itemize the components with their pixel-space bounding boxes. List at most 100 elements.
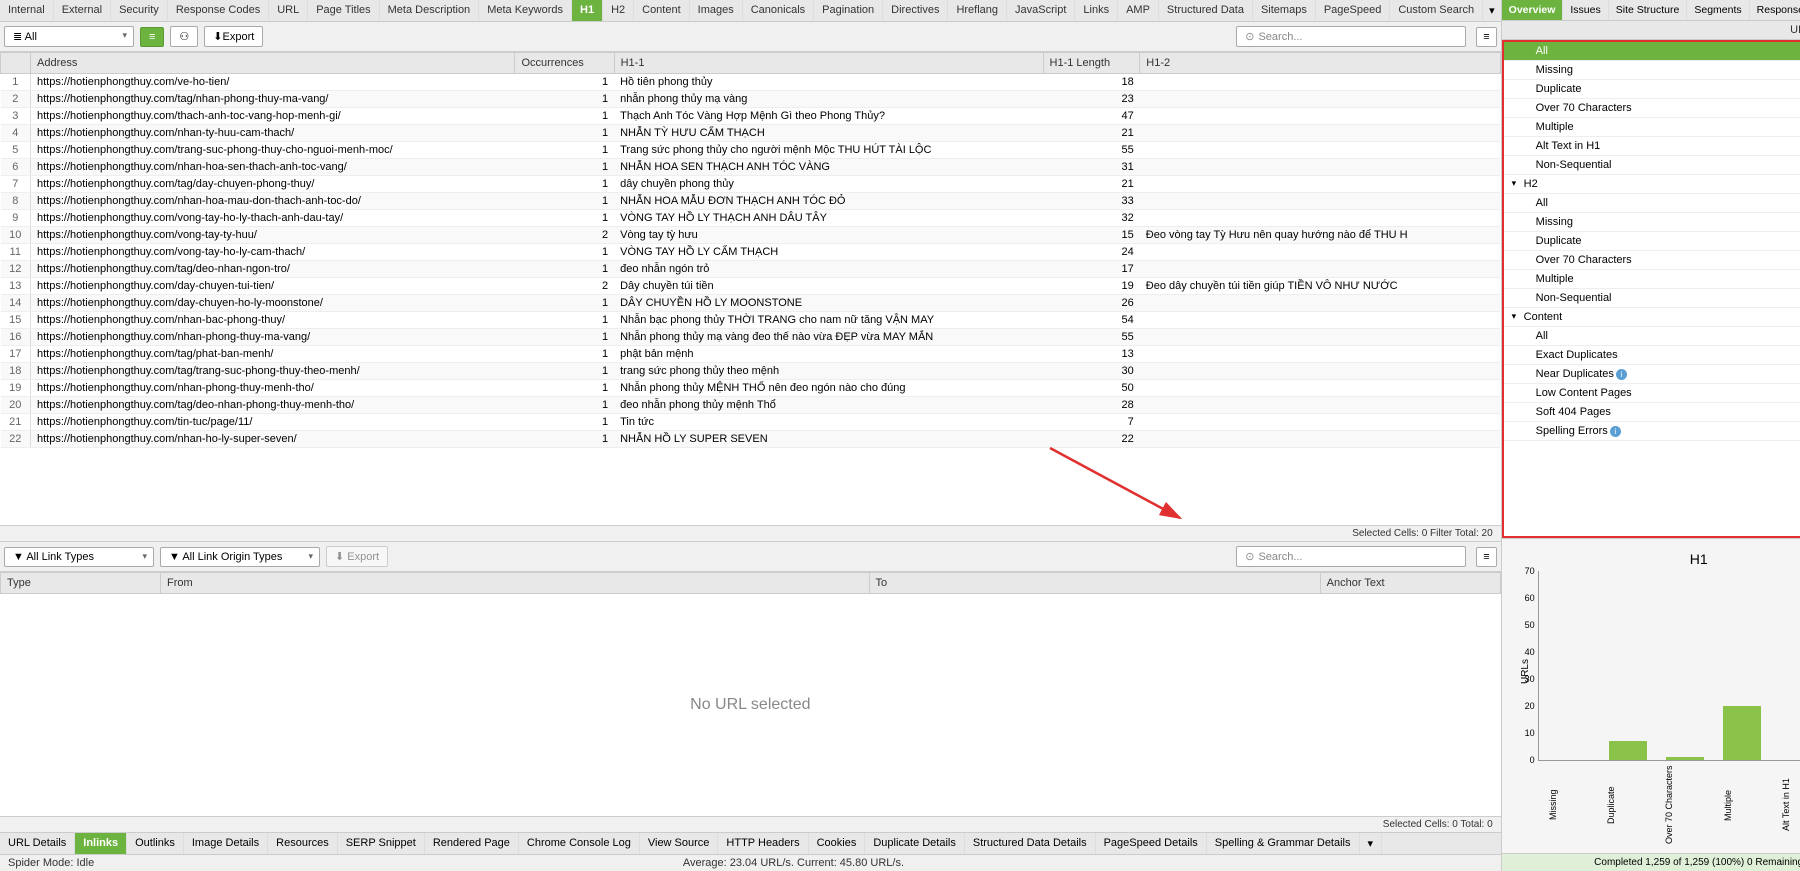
- table-row[interactable]: 17https://hotienphongthuy.com/tag/phat-b…: [1, 346, 1501, 363]
- col-H1-2[interactable]: H1-2: [1140, 53, 1500, 74]
- rtab-segments[interactable]: Segments: [1687, 0, 1749, 20]
- overview-row[interactable]: Soft 404 Pages00%: [1504, 403, 1800, 422]
- tab-h1[interactable]: H1: [572, 0, 603, 21]
- btab-resources[interactable]: Resources: [268, 833, 338, 854]
- lcol-to[interactable]: To: [869, 573, 1320, 594]
- col-H1-1 Length[interactable]: H1-1 Length: [1043, 53, 1140, 74]
- table-row[interactable]: 19https://hotienphongthuy.com/nhan-phong…: [1, 380, 1501, 397]
- tab-custom-search[interactable]: Custom Search: [1390, 0, 1483, 21]
- btab-image-details[interactable]: Image Details: [184, 833, 268, 854]
- btab-http-headers[interactable]: HTTP Headers: [718, 833, 808, 854]
- overview-row[interactable]: Multiple14170.15%: [1504, 270, 1800, 289]
- table-row[interactable]: 4https://hotienphongthuy.com/nhan-ty-huu…: [1, 125, 1501, 142]
- overview-row[interactable]: Content: [1504, 308, 1800, 327]
- table-row[interactable]: 2https://hotienphongthuy.com/tag/nhan-ph…: [1, 91, 1501, 108]
- btab-inlinks[interactable]: Inlinks: [75, 833, 127, 854]
- overview-row[interactable]: Missing3718.41%: [1504, 213, 1800, 232]
- tab-javascript[interactable]: JavaScript: [1007, 0, 1075, 21]
- overview-row[interactable]: All201100%: [1504, 42, 1800, 61]
- link-types-dropdown[interactable]: ▼ All Link Types: [4, 547, 154, 567]
- table-row[interactable]: 20https://hotienphongthuy.com/tag/deo-nh…: [1, 397, 1501, 414]
- table-row[interactable]: 10https://hotienphongthuy.com/vong-tay-t…: [1, 227, 1501, 244]
- tab-security[interactable]: Security: [111, 0, 168, 21]
- tab-pagination[interactable]: Pagination: [814, 0, 883, 21]
- btab-outlinks[interactable]: Outlinks: [127, 833, 184, 854]
- overview-row[interactable]: Missing00%: [1504, 61, 1800, 80]
- table-row[interactable]: 7https://hotienphongthuy.com/tag/day-chu…: [1, 176, 1501, 193]
- table-row[interactable]: 3https://hotienphongthuy.com/thach-anh-t…: [1, 108, 1501, 125]
- rtab-issues[interactable]: Issues: [1563, 0, 1608, 20]
- search-input[interactable]: Search...: [1236, 26, 1466, 47]
- tab-sitemaps[interactable]: Sitemaps: [1253, 0, 1316, 21]
- tab-external[interactable]: External: [54, 0, 111, 21]
- overview-row[interactable]: Multiple209.95%: [1504, 118, 1800, 137]
- overview-row[interactable]: Duplicate7537.31%: [1504, 232, 1800, 251]
- filter-dropdown[interactable]: ≣ All: [4, 26, 134, 47]
- overview-row[interactable]: Duplicate73.48%: [1504, 80, 1800, 99]
- table-row[interactable]: 14https://hotienphongthuy.com/day-chuyen…: [1, 295, 1501, 312]
- btab-overflow[interactable]: ▾: [1360, 833, 1383, 854]
- overview-row[interactable]: All201100%: [1504, 327, 1800, 346]
- overview-row[interactable]: All201100%: [1504, 194, 1800, 213]
- overview-row[interactable]: H2: [1504, 175, 1800, 194]
- btab-spelling-&-grammar-details[interactable]: Spelling & Grammar Details: [1207, 833, 1360, 854]
- table-row[interactable]: 13https://hotienphongthuy.com/day-chuyen…: [1, 278, 1501, 295]
- btab-serp-snippet[interactable]: SERP Snippet: [338, 833, 425, 854]
- overview-row[interactable]: Non-Sequential6532.34%: [1504, 156, 1800, 175]
- overview-row[interactable]: Low Content Pages3617.91%: [1504, 384, 1800, 403]
- col-Address[interactable]: Address: [31, 53, 515, 74]
- btab-duplicate-details[interactable]: Duplicate Details: [865, 833, 965, 854]
- table-row[interactable]: 12https://hotienphongthuy.com/tag/deo-nh…: [1, 261, 1501, 278]
- tab-images[interactable]: Images: [690, 0, 743, 21]
- tab-internal[interactable]: Internal: [0, 0, 54, 21]
- col-H1-1[interactable]: H1-1: [614, 53, 1043, 74]
- btab-view-source[interactable]: View Source: [640, 833, 719, 854]
- view-tree-button[interactable]: ⚇: [170, 26, 198, 47]
- overview-panel[interactable]: All201100%Missing00%Duplicate73.48%Over …: [1502, 40, 1800, 538]
- export-button[interactable]: ⬇ Export: [204, 26, 263, 47]
- tab-directives[interactable]: Directives: [883, 0, 948, 21]
- btab-url-details[interactable]: URL Details: [0, 833, 75, 854]
- lower-settings-button[interactable]: ≡: [1476, 547, 1496, 567]
- table-row[interactable]: 16https://hotienphongthuy.com/nhan-phong…: [1, 329, 1501, 346]
- table-row[interactable]: 18https://hotienphongthuy.com/tag/trang-…: [1, 363, 1501, 380]
- btab-structured-data-details[interactable]: Structured Data Details: [965, 833, 1096, 854]
- lcol-type[interactable]: Type: [1, 573, 161, 594]
- tab-links[interactable]: Links: [1075, 0, 1118, 21]
- tab-response-codes[interactable]: Response Codes: [168, 0, 269, 21]
- tab-meta-description[interactable]: Meta Description: [380, 0, 480, 21]
- col-num[interactable]: [1, 53, 31, 74]
- btab-chrome-console-log[interactable]: Chrome Console Log: [519, 833, 640, 854]
- overview-row[interactable]: Over 70 Characters10.5%: [1504, 99, 1800, 118]
- table-row[interactable]: 1https://hotienphongthuy.com/ve-ho-tien/…: [1, 74, 1501, 91]
- table-row[interactable]: 8https://hotienphongthuy.com/nhan-hoa-ma…: [1, 193, 1501, 210]
- tab-hreflang[interactable]: Hreflang: [948, 0, 1007, 21]
- lower-export-button[interactable]: Export: [326, 546, 388, 567]
- table-row[interactable]: 22https://hotienphongthuy.com/nhan-ho-ly…: [1, 431, 1501, 448]
- tab-meta-keywords[interactable]: Meta Keywords: [479, 0, 572, 21]
- lcol-anchor-text[interactable]: Anchor Text: [1320, 573, 1500, 594]
- overview-row[interactable]: Over 70 Characters10.5%: [1504, 251, 1800, 270]
- tab-overflow[interactable]: ▾: [1483, 0, 1501, 21]
- tab-pagespeed[interactable]: PageSpeed: [1316, 0, 1391, 21]
- table-row[interactable]: 9https://hotienphongthuy.com/vong-tay-ho…: [1, 210, 1501, 227]
- overview-row[interactable]: Non-Sequential8642.79%: [1504, 289, 1800, 308]
- overview-row[interactable]: Spelling Errorsi00%: [1504, 422, 1800, 441]
- lcol-from[interactable]: From: [161, 573, 870, 594]
- tab-structured-data[interactable]: Structured Data: [1159, 0, 1253, 21]
- tab-canonicals[interactable]: Canonicals: [743, 0, 814, 21]
- btab-cookies[interactable]: Cookies: [809, 833, 866, 854]
- tab-page-titles[interactable]: Page Titles: [308, 0, 379, 21]
- link-origin-dropdown[interactable]: ▼ All Link Origin Types: [160, 547, 320, 567]
- main-grid[interactable]: AddressOccurrencesH1-1H1-1 LengthH1-2 1h…: [0, 52, 1501, 525]
- overview-row[interactable]: Near Duplicatesi00%: [1504, 365, 1800, 384]
- table-row[interactable]: 15https://hotienphongthuy.com/nhan-bac-p…: [1, 312, 1501, 329]
- lower-search-input[interactable]: Search...: [1236, 546, 1466, 567]
- tab-url[interactable]: URL: [269, 0, 308, 21]
- rtab-overview[interactable]: Overview: [1502, 0, 1564, 20]
- rtab-site-structure[interactable]: Site Structure: [1609, 0, 1688, 20]
- table-row[interactable]: 6https://hotienphongthuy.com/nhan-hoa-se…: [1, 159, 1501, 176]
- tab-amp[interactable]: AMP: [1118, 0, 1159, 21]
- overview-row[interactable]: Alt Text in H100%: [1504, 137, 1800, 156]
- col-Occurrences[interactable]: Occurrences: [515, 53, 614, 74]
